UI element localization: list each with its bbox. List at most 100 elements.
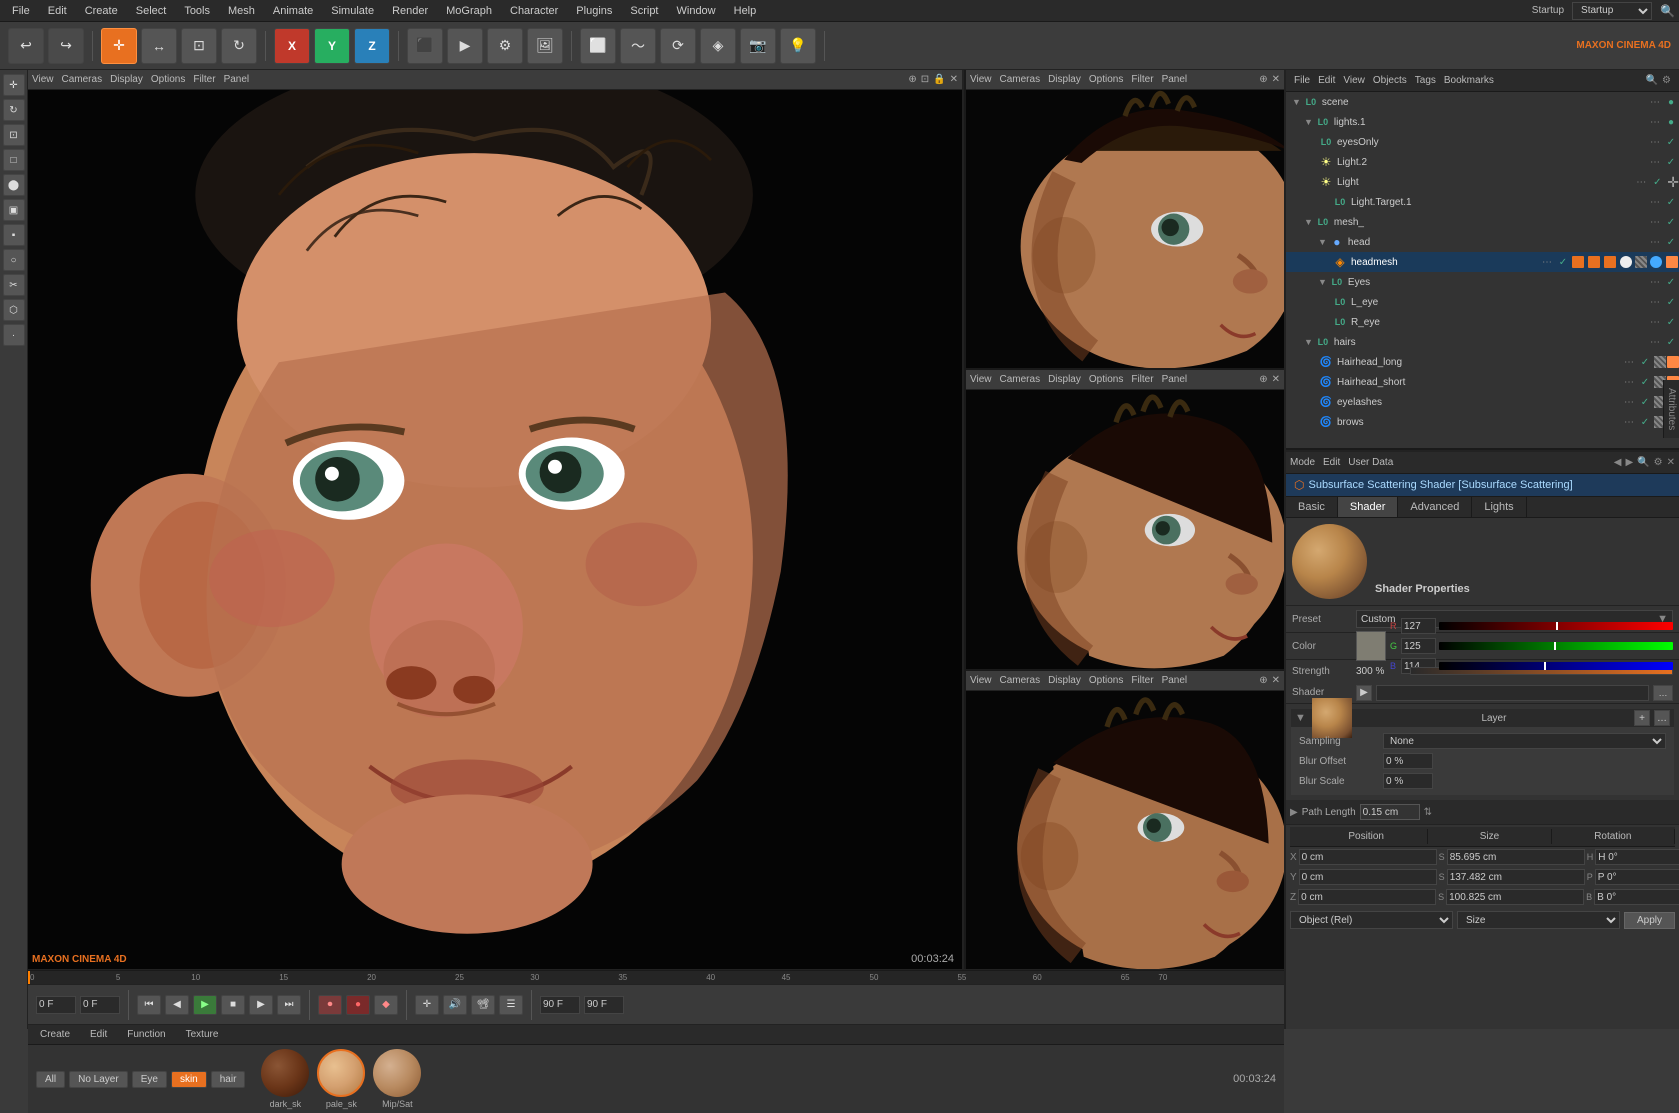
attr-nav-left[interactable]: ◀ xyxy=(1614,457,1622,468)
filter-skin[interactable]: skin xyxy=(171,1071,207,1088)
mr-vp-view[interactable]: View xyxy=(970,374,992,385)
attr-tab-shader[interactable]: Shader xyxy=(1338,497,1398,517)
sampling-dropdown[interactable]: None xyxy=(1383,733,1666,749)
tab-create[interactable]: Create xyxy=(32,1027,78,1042)
nurbs-btn[interactable]: ⟳ xyxy=(660,28,696,64)
mr-viewport-canvas[interactable] xyxy=(966,390,1284,668)
obj-row-head[interactable]: ▼ ● head ⋯ ✓ xyxy=(1286,232,1679,252)
render-to-picture-btn[interactable]: 🖼 xyxy=(527,28,563,64)
rotate-tool-btn[interactable]: ↻ xyxy=(221,28,257,64)
vp-options[interactable]: Options xyxy=(151,74,185,85)
menu-edit[interactable]: Edit xyxy=(40,3,75,19)
br-vp-view[interactable]: View xyxy=(970,675,992,686)
current-frame-input[interactable] xyxy=(80,996,120,1014)
vp-filter[interactable]: Filter xyxy=(193,74,215,85)
mat-mip-sat[interactable]: Mip/Sat xyxy=(373,1049,421,1109)
vp-view[interactable]: View xyxy=(32,74,54,85)
x-transform-btn[interactable]: X xyxy=(274,28,310,64)
lt-move[interactable]: ✛ xyxy=(3,74,25,96)
vp-cameras[interactable]: Cameras xyxy=(62,74,103,85)
obj-row-eyelashes[interactable]: 🌀 eyelashes ⋯ ✓ xyxy=(1286,392,1679,412)
redo-btn[interactable]: ↪ xyxy=(48,28,84,64)
size-mode-dropdown[interactable]: Size xyxy=(1457,911,1620,929)
attr-nav-right[interactable]: ▶ xyxy=(1625,457,1633,468)
mat-pale-skin[interactable]: pale_sk xyxy=(317,1049,365,1109)
layer-settings-btn[interactable]: … xyxy=(1654,710,1670,726)
motion-clip-btn[interactable]: 📽 xyxy=(471,995,495,1015)
filter-hair[interactable]: hair xyxy=(211,1071,246,1088)
obj-row-leye[interactable]: L0 L_eye ⋯ ✓ xyxy=(1286,292,1679,312)
attr-settings[interactable]: ⚙ xyxy=(1654,457,1663,468)
lt-live[interactable]: ⬤ xyxy=(3,174,25,196)
filter-nolayer[interactable]: No Layer xyxy=(69,1071,128,1088)
obj-file[interactable]: File xyxy=(1294,75,1310,86)
menu-plugins[interactable]: Plugins xyxy=(568,3,620,19)
blur-scale-input[interactable] xyxy=(1383,773,1433,789)
obj-row-brows[interactable]: 🌀 brows ⋯ ✓ xyxy=(1286,412,1679,432)
br-vp-filter[interactable]: Filter xyxy=(1131,675,1153,686)
layer-collapse[interactable]: ▼ xyxy=(1295,712,1306,724)
stop-btn[interactable]: ■ xyxy=(221,995,245,1015)
render-settings-btn[interactable]: ⚙ xyxy=(487,28,523,64)
obj-objects[interactable]: Objects xyxy=(1373,75,1407,86)
attr-close[interactable]: ✕ xyxy=(1667,457,1675,468)
br-vp-display[interactable]: Display xyxy=(1048,675,1081,686)
filter-all[interactable]: All xyxy=(36,1071,65,1088)
menu-create[interactable]: Create xyxy=(77,3,126,19)
camera-btn[interactable]: 📷 xyxy=(740,28,776,64)
attr-mode[interactable]: Mode xyxy=(1290,457,1315,468)
obj-row-light[interactable]: ☀ Light ⋯ ✓ ✛ xyxy=(1286,172,1679,192)
render-view-btn[interactable]: ▶ xyxy=(447,28,483,64)
psr-y-rot[interactable] xyxy=(1595,869,1679,885)
tr-vp-panel[interactable]: Panel xyxy=(1162,74,1188,85)
attr-tab-basic[interactable]: Basic xyxy=(1286,497,1338,517)
tr-vp-cameras[interactable]: Cameras xyxy=(1000,74,1041,85)
obj-row-mesh[interactable]: ▼ L0 mesh_ ⋯ ✓ xyxy=(1286,212,1679,232)
z-transform-btn[interactable]: Z xyxy=(354,28,390,64)
menu-window[interactable]: Window xyxy=(669,3,724,19)
lt-sel-loop[interactable]: ○ xyxy=(3,249,25,271)
obj-row-hairshort[interactable]: 🌀 Hairhead_short ⋯ ✓ xyxy=(1286,372,1679,392)
undo-btn[interactable]: ↩ xyxy=(8,28,44,64)
obj-row-light2[interactable]: ☀ Light.2 ⋯ ✓ xyxy=(1286,152,1679,172)
obj-row-hairs[interactable]: ▼ L0 hairs ⋯ ✓ xyxy=(1286,332,1679,352)
key-btn[interactable]: ◆ xyxy=(374,995,398,1015)
menu-tools[interactable]: Tools xyxy=(176,3,218,19)
vp-icon-lock[interactable]: 🔒 xyxy=(933,74,945,85)
psr-z-size[interactable] xyxy=(1446,889,1584,905)
mr-vp-display[interactable]: Display xyxy=(1048,374,1081,385)
coord-mode-dropdown[interactable]: Object (Rel) xyxy=(1290,911,1453,929)
lt-knife[interactable]: ✂ xyxy=(3,274,25,296)
tr-vp-icon-x[interactable]: ✕ xyxy=(1272,74,1280,85)
attr-tab-advanced[interactable]: Advanced xyxy=(1398,497,1472,517)
obj-row-lighttarget[interactable]: L0 Light.Target.1 ⋯ ✓ xyxy=(1286,192,1679,212)
lt-scale[interactable]: ⊡ xyxy=(3,124,25,146)
obj-row-headmesh[interactable]: ◈ headmesh ⋯ ✓ xyxy=(1286,252,1679,272)
mr-vp-cameras[interactable]: Cameras xyxy=(1000,374,1041,385)
menu-mesh[interactable]: Mesh xyxy=(220,3,263,19)
attr-tab-lights[interactable]: Lights xyxy=(1472,497,1526,517)
psr-z-pos[interactable] xyxy=(1298,889,1436,905)
obj-row-hairlong[interactable]: 🌀 Hairhead_long ⋯ ✓ xyxy=(1286,352,1679,372)
auto-key-btn[interactable]: ● xyxy=(346,995,370,1015)
menu-animate[interactable]: Animate xyxy=(265,3,321,19)
vp-display[interactable]: Display xyxy=(110,74,143,85)
deformer-btn[interactable]: ◈ xyxy=(700,28,736,64)
obj-row-eyes[interactable]: ▼ L0 Eyes ⋯ ✓ xyxy=(1286,272,1679,292)
record-btn[interactable]: ⏺ xyxy=(318,995,342,1015)
obj-row-lights1[interactable]: ▼ L0 lights.1 ⋯ ● xyxy=(1286,112,1679,132)
main-viewport-canvas[interactable]: MAXON CINEMA 4D 00:03:24 xyxy=(28,90,962,969)
shader-end-btn[interactable]: … xyxy=(1653,685,1673,701)
next-frame-btn[interactable]: ▶ xyxy=(249,995,273,1015)
obj-tags[interactable]: Tags xyxy=(1415,75,1436,86)
obj-edit[interactable]: Edit xyxy=(1318,75,1335,86)
layer-add-btn[interactable]: + xyxy=(1634,710,1650,726)
psr-x-pos[interactable] xyxy=(1299,849,1437,865)
lt-rotate[interactable]: ↻ xyxy=(3,99,25,121)
play-sound-btn[interactable]: 🔊 xyxy=(443,995,467,1015)
br-viewport-canvas[interactable] xyxy=(966,691,1284,969)
spline-btn[interactable]: 〜 xyxy=(620,28,656,64)
mat-dark-skin[interactable]: dark_sk xyxy=(261,1049,309,1109)
tr-vp-options[interactable]: Options xyxy=(1089,74,1123,85)
go-start-btn[interactable]: ⏮ xyxy=(137,995,161,1015)
